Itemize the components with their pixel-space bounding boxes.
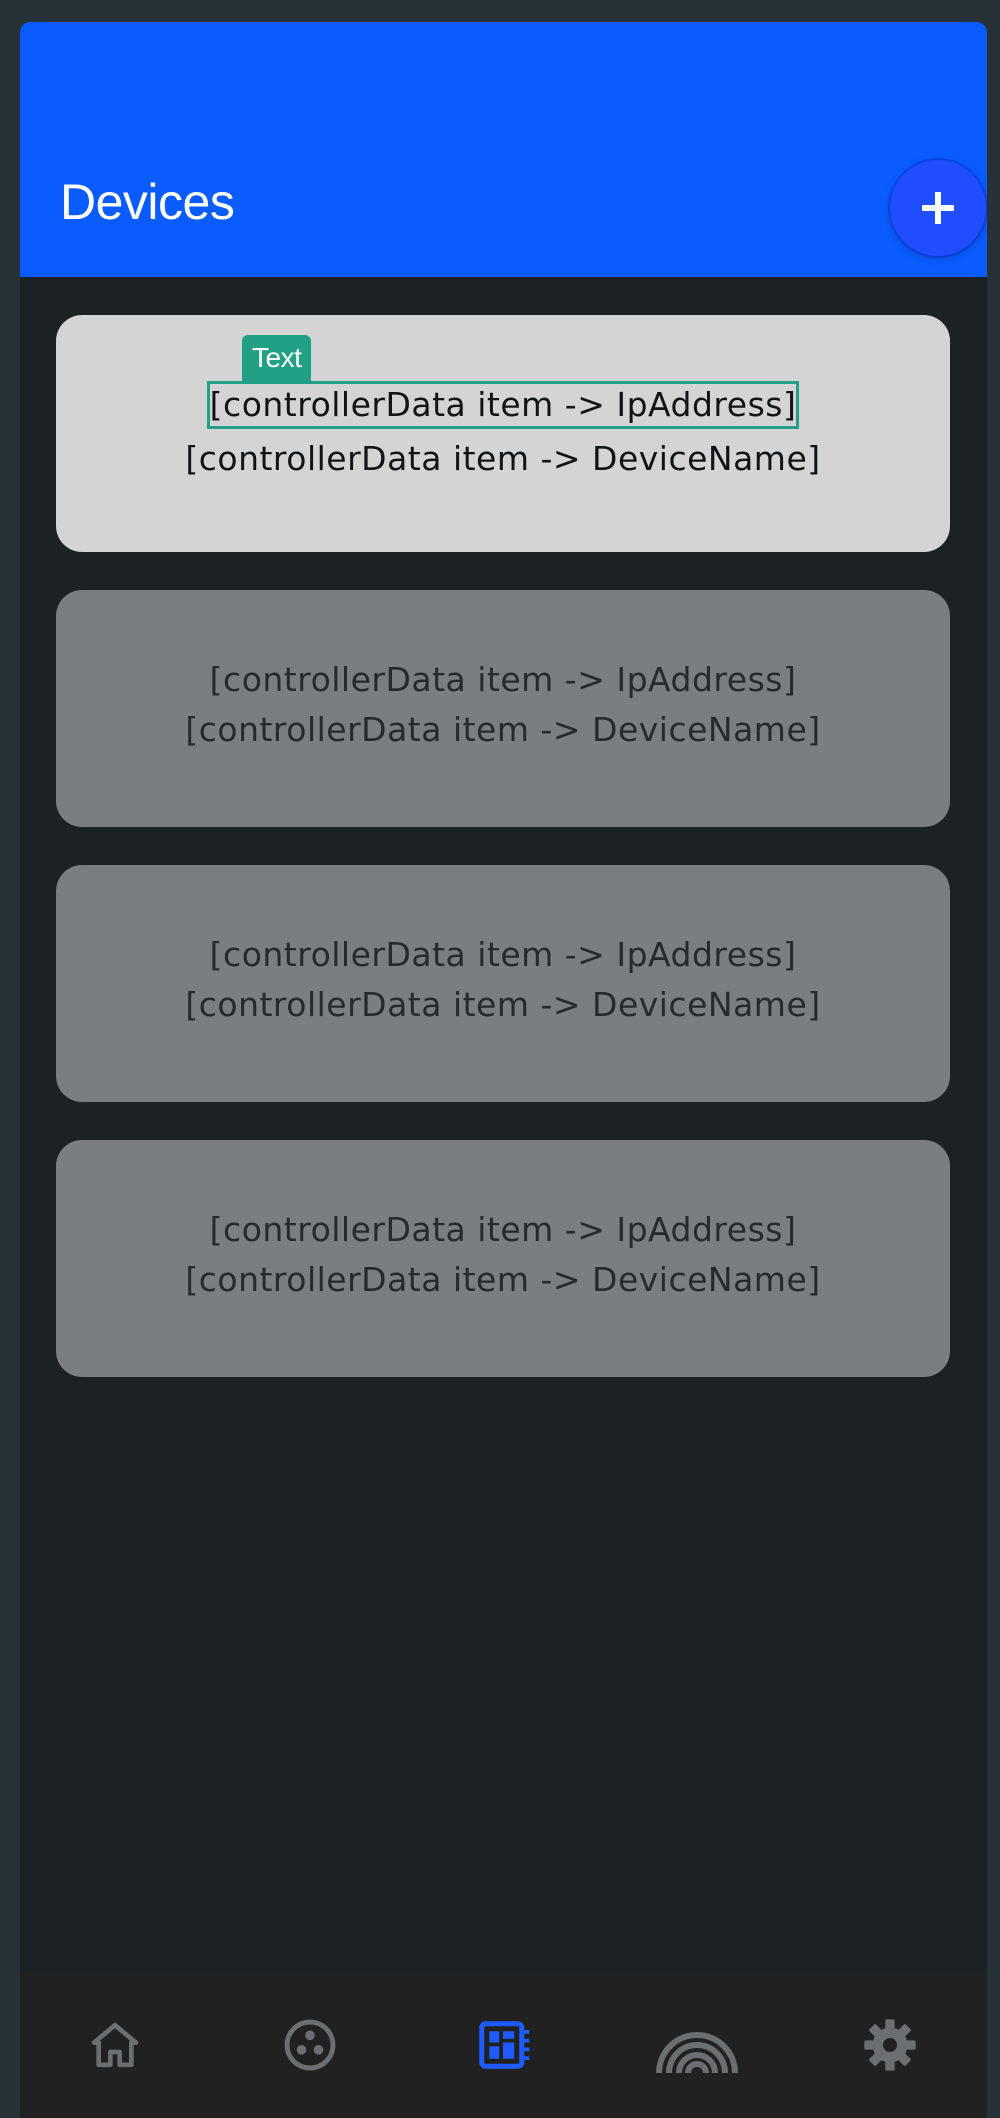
gear-icon xyxy=(864,2019,916,2071)
device-card[interactable]: [controllerData item -> IpAddress] [cont… xyxy=(56,590,950,827)
dmx-connector-icon xyxy=(284,2019,336,2071)
nav-item-devices[interactable] xyxy=(443,1972,563,2118)
rainbow-icon xyxy=(656,2032,738,2074)
nav-item-home[interactable] xyxy=(55,1972,175,2118)
app-header: Devices xyxy=(20,22,987,277)
device-name: [controllerData item -> DeviceName] xyxy=(185,439,821,478)
device-ip-address: [controllerData item -> IpAddress] xyxy=(206,381,800,429)
selection-tag: Text xyxy=(242,335,312,381)
devices-screen: Devices Text [controllerData item -> IpA… xyxy=(20,22,987,2118)
device-name: [controllerData item -> DeviceName] xyxy=(185,710,821,749)
device-card[interactable]: [controllerData item -> IpAddress] [cont… xyxy=(56,865,950,1102)
controller-board-icon xyxy=(479,2021,530,2069)
home-icon xyxy=(91,2022,139,2068)
nav-item-settings[interactable] xyxy=(830,1972,950,2118)
page-title: Devices xyxy=(60,174,235,230)
add-device-button[interactable] xyxy=(890,160,986,256)
nav-item-effects[interactable] xyxy=(637,1972,757,2118)
device-ip-address: [controllerData item -> IpAddress] xyxy=(209,1210,797,1249)
device-name: [controllerData item -> DeviceName] xyxy=(185,1260,821,1299)
bottom-nav xyxy=(20,1972,987,2118)
device-ip-address: [controllerData item -> IpAddress] xyxy=(209,660,797,699)
nav-item-connector[interactable] xyxy=(250,1972,370,2118)
device-name: [controllerData item -> DeviceName] xyxy=(185,985,821,1024)
plus-icon xyxy=(922,192,954,224)
device-card[interactable]: [controllerData item -> IpAddress] [cont… xyxy=(56,1140,950,1377)
device-ip-address: [controllerData item -> IpAddress] xyxy=(209,935,797,974)
device-card[interactable]: Text [controllerData item -> IpAddress] … xyxy=(56,315,950,552)
